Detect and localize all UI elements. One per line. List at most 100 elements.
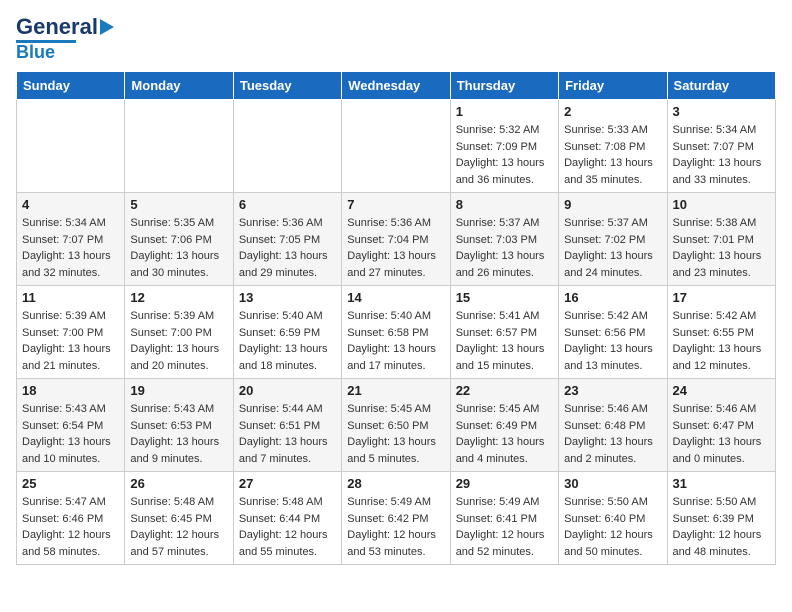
day-info: Sunrise: 5:49 AM Sunset: 6:42 PM Dayligh…	[347, 494, 444, 560]
calendar-cell: 23 Sunrise: 5:46 AM Sunset: 6:48 PM Dayli…	[559, 379, 667, 472]
calendar-cell: 29 Sunrise: 5:49 AM Sunset: 6:41 PM Dayli…	[450, 472, 558, 565]
day-number: 10	[673, 197, 770, 212]
calendar-cell: 6Sunrise: 5:36 AM Sunset: 7:05 PM Daylig…	[233, 193, 341, 286]
day-number: 5	[130, 197, 227, 212]
day-number: 11	[22, 290, 119, 305]
week-row-1: 1 Sunrise: 5:32 AM Sunset: 7:09 PM Daylig…	[17, 100, 776, 193]
day-info: Sunrise: 5:37 AM Sunset: 7:02 PM Dayligh…	[564, 215, 661, 281]
weekday-header-saturday: Saturday	[667, 72, 775, 100]
day-info: Sunrise: 5:44 AM Sunset: 6:51 PM Dayligh…	[239, 401, 336, 467]
calendar-cell: 11 Sunrise: 5:39 AM Sunset: 7:00 PM Dayli…	[17, 286, 125, 379]
calendar-cell: 28Sunrise: 5:49 AM Sunset: 6:42 PM Dayli…	[342, 472, 450, 565]
calendar-cell: 26 Sunrise: 5:48 AM Sunset: 6:45 PM Dayli…	[125, 472, 233, 565]
day-number: 3	[673, 104, 770, 119]
calendar-cell: 8 Sunrise: 5:37 AM Sunset: 7:03 PM Daylig…	[450, 193, 558, 286]
calendar-cell: 14Sunrise: 5:40 AM Sunset: 6:58 PM Dayli…	[342, 286, 450, 379]
day-info: Sunrise: 5:37 AM Sunset: 7:03 PM Dayligh…	[456, 215, 553, 281]
day-number: 4	[22, 197, 119, 212]
day-number: 1	[456, 104, 553, 119]
calendar-cell: 20 Sunrise: 5:44 AM Sunset: 6:51 PM Dayli…	[233, 379, 341, 472]
logo-general: General	[16, 16, 98, 38]
day-info: Sunrise: 5:35 AM Sunset: 7:06 PM Dayligh…	[130, 215, 227, 281]
day-info: Sunrise: 5:46 AM Sunset: 6:48 PM Dayligh…	[564, 401, 661, 467]
day-number: 16	[564, 290, 661, 305]
day-number: 20	[239, 383, 336, 398]
calendar-cell: 1 Sunrise: 5:32 AM Sunset: 7:09 PM Daylig…	[450, 100, 558, 193]
day-number: 15	[456, 290, 553, 305]
calendar-cell	[342, 100, 450, 193]
day-info: Sunrise: 5:33 AM Sunset: 7:08 PM Dayligh…	[564, 122, 661, 188]
day-info: Sunrise: 5:42 AM Sunset: 6:55 PM Dayligh…	[673, 308, 770, 374]
weekday-header-sunday: Sunday	[17, 72, 125, 100]
weekday-header-thursday: Thursday	[450, 72, 558, 100]
day-number: 17	[673, 290, 770, 305]
weekday-header-friday: Friday	[559, 72, 667, 100]
calendar-cell: 17 Sunrise: 5:42 AM Sunset: 6:55 PM Dayli…	[667, 286, 775, 379]
day-info: Sunrise: 5:48 AM Sunset: 6:44 PM Dayligh…	[239, 494, 336, 560]
day-number: 22	[456, 383, 553, 398]
day-number: 12	[130, 290, 227, 305]
calendar-cell: 9Sunrise: 5:37 AM Sunset: 7:02 PM Daylig…	[559, 193, 667, 286]
day-info: Sunrise: 5:45 AM Sunset: 6:50 PM Dayligh…	[347, 401, 444, 467]
calendar-cell: 24Sunrise: 5:46 AM Sunset: 6:47 PM Dayli…	[667, 379, 775, 472]
day-number: 21	[347, 383, 444, 398]
day-info: Sunrise: 5:50 AM Sunset: 6:40 PM Dayligh…	[564, 494, 661, 560]
day-info: Sunrise: 5:43 AM Sunset: 6:54 PM Dayligh…	[22, 401, 119, 467]
calendar-cell: 2 Sunrise: 5:33 AM Sunset: 7:08 PM Daylig…	[559, 100, 667, 193]
day-number: 25	[22, 476, 119, 491]
logo: General Blue	[16, 16, 114, 61]
calendar-cell: 3 Sunrise: 5:34 AM Sunset: 7:07 PM Daylig…	[667, 100, 775, 193]
calendar-cell: 19 Sunrise: 5:43 AM Sunset: 6:53 PM Dayli…	[125, 379, 233, 472]
calendar-cell: 4 Sunrise: 5:34 AM Sunset: 7:07 PM Daylig…	[17, 193, 125, 286]
day-number: 24	[673, 383, 770, 398]
week-row-3: 11 Sunrise: 5:39 AM Sunset: 7:00 PM Dayli…	[17, 286, 776, 379]
day-number: 18	[22, 383, 119, 398]
day-number: 29	[456, 476, 553, 491]
calendar-cell	[17, 100, 125, 193]
calendar-cell: 30Sunrise: 5:50 AM Sunset: 6:40 PM Dayli…	[559, 472, 667, 565]
day-number: 23	[564, 383, 661, 398]
day-number: 6	[239, 197, 336, 212]
day-info: Sunrise: 5:43 AM Sunset: 6:53 PM Dayligh…	[130, 401, 227, 467]
calendar-cell: 10 Sunrise: 5:38 AM Sunset: 7:01 PM Dayli…	[667, 193, 775, 286]
calendar-cell	[125, 100, 233, 193]
week-row-2: 4 Sunrise: 5:34 AM Sunset: 7:07 PM Daylig…	[17, 193, 776, 286]
day-number: 31	[673, 476, 770, 491]
page-header: General Blue	[16, 16, 776, 61]
weekday-header-tuesday: Tuesday	[233, 72, 341, 100]
day-info: Sunrise: 5:48 AM Sunset: 6:45 PM Dayligh…	[130, 494, 227, 560]
day-number: 19	[130, 383, 227, 398]
day-info: Sunrise: 5:47 AM Sunset: 6:46 PM Dayligh…	[22, 494, 119, 560]
weekday-header-monday: Monday	[125, 72, 233, 100]
day-info: Sunrise: 5:42 AM Sunset: 6:56 PM Dayligh…	[564, 308, 661, 374]
calendar-cell: 15 Sunrise: 5:41 AM Sunset: 6:57 PM Dayli…	[450, 286, 558, 379]
day-number: 26	[130, 476, 227, 491]
day-info: Sunrise: 5:49 AM Sunset: 6:41 PM Dayligh…	[456, 494, 553, 560]
logo-blue: Blue	[16, 43, 55, 61]
day-number: 2	[564, 104, 661, 119]
weekday-header-wednesday: Wednesday	[342, 72, 450, 100]
calendar-cell: 12 Sunrise: 5:39 AM Sunset: 7:00 PM Dayli…	[125, 286, 233, 379]
calendar-table: SundayMondayTuesdayWednesdayThursdayFrid…	[16, 71, 776, 565]
day-info: Sunrise: 5:32 AM Sunset: 7:09 PM Dayligh…	[456, 122, 553, 188]
day-info: Sunrise: 5:34 AM Sunset: 7:07 PM Dayligh…	[673, 122, 770, 188]
logo-arrow-icon	[100, 19, 114, 35]
day-number: 13	[239, 290, 336, 305]
week-row-4: 18 Sunrise: 5:43 AM Sunset: 6:54 PM Dayli…	[17, 379, 776, 472]
calendar-cell: 31Sunrise: 5:50 AM Sunset: 6:39 PM Dayli…	[667, 472, 775, 565]
day-info: Sunrise: 5:39 AM Sunset: 7:00 PM Dayligh…	[22, 308, 119, 374]
day-number: 8	[456, 197, 553, 212]
day-number: 27	[239, 476, 336, 491]
day-info: Sunrise: 5:34 AM Sunset: 7:07 PM Dayligh…	[22, 215, 119, 281]
calendar-cell: 18 Sunrise: 5:43 AM Sunset: 6:54 PM Dayli…	[17, 379, 125, 472]
day-info: Sunrise: 5:39 AM Sunset: 7:00 PM Dayligh…	[130, 308, 227, 374]
calendar-cell: 22Sunrise: 5:45 AM Sunset: 6:49 PM Dayli…	[450, 379, 558, 472]
day-info: Sunrise: 5:40 AM Sunset: 6:58 PM Dayligh…	[347, 308, 444, 374]
calendar-cell: 7Sunrise: 5:36 AM Sunset: 7:04 PM Daylig…	[342, 193, 450, 286]
calendar-cell: 5 Sunrise: 5:35 AM Sunset: 7:06 PM Daylig…	[125, 193, 233, 286]
weekday-header-row: SundayMondayTuesdayWednesdayThursdayFrid…	[17, 72, 776, 100]
day-number: 7	[347, 197, 444, 212]
day-info: Sunrise: 5:38 AM Sunset: 7:01 PM Dayligh…	[673, 215, 770, 281]
day-info: Sunrise: 5:41 AM Sunset: 6:57 PM Dayligh…	[456, 308, 553, 374]
week-row-5: 25 Sunrise: 5:47 AM Sunset: 6:46 PM Dayli…	[17, 472, 776, 565]
